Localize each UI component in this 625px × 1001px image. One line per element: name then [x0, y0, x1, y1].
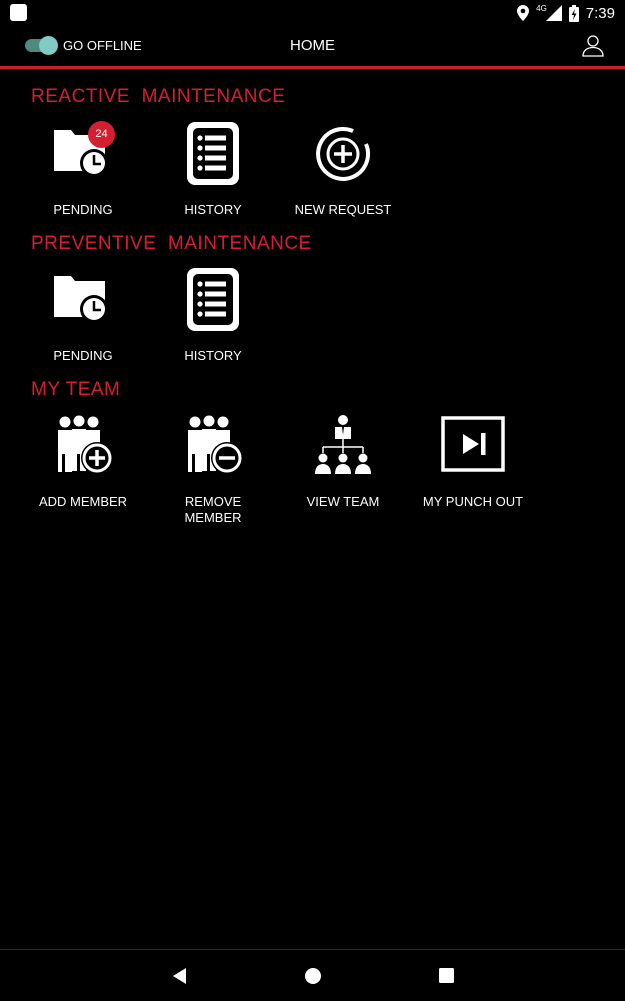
preventive-pending-label: PENDING [53, 348, 113, 363]
my-team-title: MY TEAM [31, 379, 121, 400]
user-icon [582, 35, 604, 57]
reactive-pending-tile[interactable]: 24 PENDING [13, 121, 153, 218]
view-team-label: VIEW TEAM [306, 494, 380, 509]
remove-member-tile[interactable]: REMOVE MEMBER [143, 414, 283, 526]
reactive-maintenance-title: REACTIVE MAINTENANCE [31, 86, 286, 107]
add-member-label: ADD MEMBER [38, 494, 128, 509]
list-icon [187, 122, 239, 185]
preventive-history-label: HISTORY [184, 348, 242, 363]
status-icons: 4G 7:39 [517, 3, 615, 23]
remove-member-label: REMOVE MEMBER [184, 494, 242, 525]
plus-circle-icon [316, 127, 370, 181]
signal-icon [545, 5, 562, 21]
clock: 7:39 [585, 4, 615, 22]
my-punch-out-label: MY PUNCH OUT [422, 494, 524, 509]
page-title: HOME [290, 37, 335, 54]
pending-count-badge: 24 [88, 121, 115, 148]
user-profile-button[interactable] [581, 33, 605, 57]
my-punch-out-tile[interactable]: MY PUNCH OUT [403, 414, 543, 510]
app-toolbar: GO OFFLINE HOME [0, 26, 625, 66]
list-icon [187, 268, 239, 331]
add-member-tile[interactable]: ADD MEMBER [13, 414, 153, 510]
group-add-icon [58, 415, 113, 474]
reactive-history-label: HISTORY [184, 202, 242, 217]
preventive-pending-tile[interactable]: PENDING [13, 268, 153, 364]
back-button[interactable] [170, 966, 190, 986]
recents-button[interactable] [437, 966, 457, 986]
reactive-history-tile[interactable]: HISTORY [143, 122, 283, 218]
network-type: 4G [536, 3, 547, 13]
home-button[interactable] [303, 966, 323, 986]
header-divider [0, 66, 625, 69]
app-notification-icon [10, 4, 27, 21]
play-next-icon [441, 416, 505, 472]
new-request-tile[interactable]: NEW REQUEST [273, 122, 413, 218]
home-circle-icon [305, 968, 321, 984]
group-remove-icon [188, 415, 243, 474]
system-nav-bar [0, 949, 625, 1001]
location-icon [517, 5, 530, 21]
new-request-label: NEW REQUEST [294, 202, 392, 217]
preventive-maintenance-title: PREVENTIVE MAINTENANCE [31, 233, 312, 254]
org-chart-icon [315, 415, 371, 474]
reactive-pending-label: PENDING [53, 202, 113, 217]
status-bar: 4G 7:39 [0, 0, 625, 26]
recents-square-icon [439, 968, 454, 983]
back-triangle-icon [173, 968, 186, 984]
folder-clock-icon [54, 276, 108, 323]
battery-icon [568, 4, 579, 22]
view-team-tile[interactable]: VIEW TEAM [273, 414, 413, 510]
preventive-history-tile[interactable]: HISTORY [143, 268, 283, 364]
